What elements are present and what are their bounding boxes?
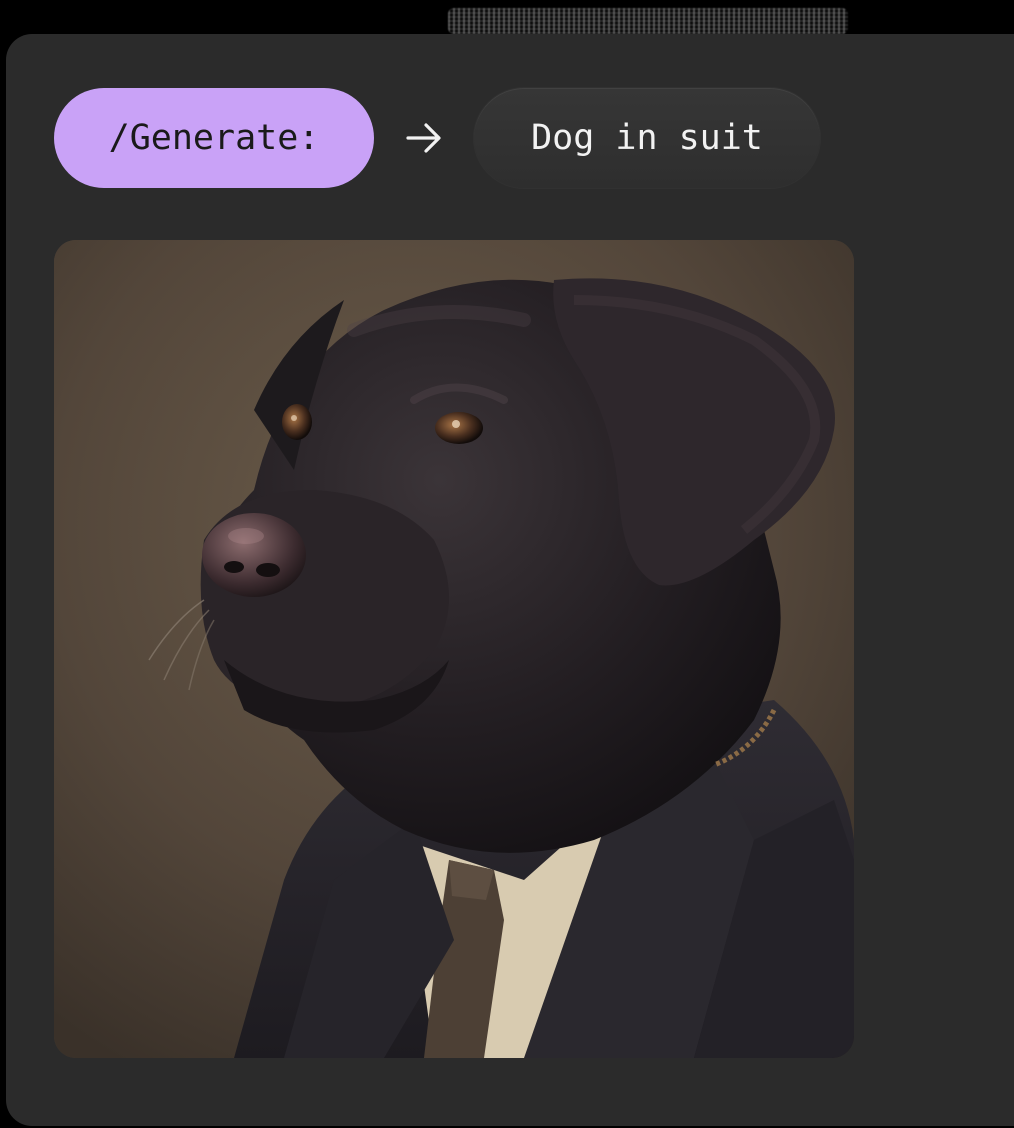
dog-in-suit-illustration <box>54 240 854 1058</box>
decorative-strip <box>448 8 848 34</box>
generated-image <box>54 240 854 1058</box>
generate-command-label: /Generate: <box>108 118 320 158</box>
generate-command-chip[interactable]: /Generate: <box>54 88 374 188</box>
prompt-row: /Generate: Dog in suit <box>54 88 820 188</box>
prompt-text-chip[interactable]: Dog in suit <box>474 88 820 188</box>
prompt-text-label: Dog in suit <box>531 118 763 158</box>
arrow-right-icon <box>374 88 474 188</box>
